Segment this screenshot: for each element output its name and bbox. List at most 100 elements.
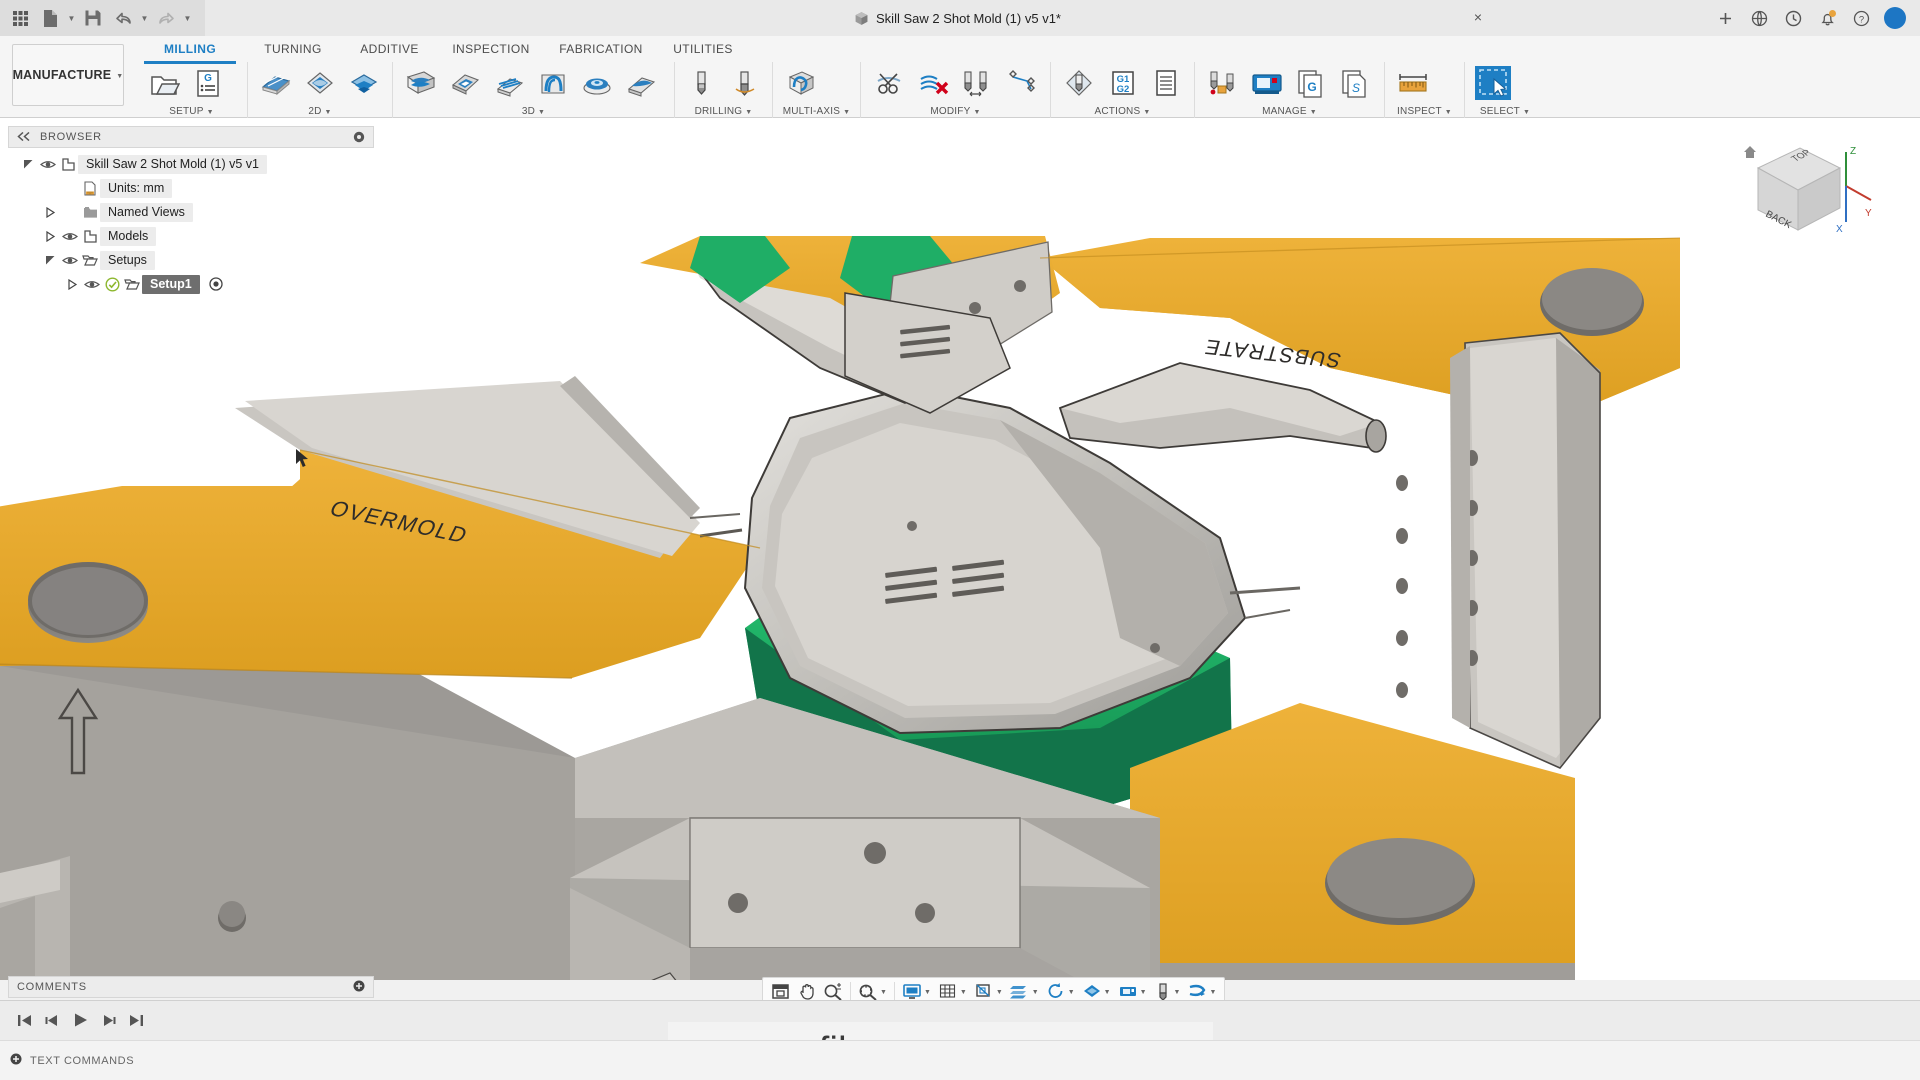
multi-axis-contour-icon[interactable] <box>780 62 822 104</box>
setup-sheet-icon[interactable] <box>1145 62 1187 104</box>
expander-expanded-icon[interactable] <box>40 255 60 266</box>
adaptive-clearing-3d-icon[interactable] <box>400 62 442 104</box>
new-document-icon[interactable] <box>36 4 64 32</box>
panel-label-text: SETUP <box>169 106 203 117</box>
panel-label-inspect[interactable]: INSPECT▼ <box>1385 104 1464 118</box>
svg-text:G2: G2 <box>1116 84 1129 95</box>
nc-program-library-icon[interactable]: G <box>1290 62 1332 104</box>
tree-item-label: Models <box>100 227 156 246</box>
panel-dot-icon[interactable] <box>353 131 365 143</box>
tree-item-named-views[interactable]: Named Views <box>8 200 376 224</box>
collapse-left-icon[interactable] <box>17 130 30 144</box>
generate-toolpath-icon[interactable] <box>1058 62 1100 104</box>
ramp-3d-icon[interactable] <box>620 62 662 104</box>
panel-label-2d[interactable]: 2D▼ <box>248 104 392 118</box>
chevron-down-icon: ▼ <box>1445 109 1452 116</box>
select-window-icon[interactable] <box>1472 62 1514 104</box>
apps-icon[interactable] <box>1744 3 1774 33</box>
timeline-controls[interactable] <box>5 1003 155 1037</box>
panel-label-drilling[interactable]: DRILLING▼ <box>675 104 772 118</box>
document-tab[interactable]: Skill Saw 2 Shot Mold (1) v5 v1* <box>840 0 1075 36</box>
browser-tree[interactable]: Skill Saw 2 Shot Mold (1) v5 v1Units: mm… <box>8 152 376 296</box>
ribbon-tab-additive[interactable]: ADDITIVE <box>342 36 437 62</box>
tree-item-setups[interactable]: Setups <box>8 248 376 272</box>
adaptive-clearing-2d-icon[interactable] <box>299 62 341 104</box>
redo-icon[interactable] <box>152 4 180 32</box>
help-icon[interactable]: ? <box>1846 3 1876 33</box>
ribbon-tab-inspection[interactable]: INSPECTION <box>437 36 545 62</box>
bell-icon[interactable] <box>1812 3 1842 33</box>
simulate-cut-icon[interactable] <box>868 62 910 104</box>
ribbon-tab-utilities[interactable]: UTILITIES <box>657 36 749 62</box>
expander-collapsed-icon[interactable] <box>62 279 82 290</box>
ribbon-panel-inspect: INSPECT▼ <box>1385 62 1465 118</box>
timeline-go-end[interactable] <box>125 1008 147 1032</box>
new-document-caret-icon[interactable]: ▼ <box>66 4 77 32</box>
contour-3d-icon[interactable] <box>532 62 574 104</box>
tool-library-icon[interactable] <box>956 62 998 104</box>
ribbon-tab-turning[interactable]: TURNING <box>244 36 342 62</box>
visibility-eye-icon[interactable] <box>82 279 102 290</box>
tree-item-label: Named Views <box>100 203 193 222</box>
panel-label-actions[interactable]: ACTIONS▼ <box>1051 104 1194 118</box>
ribbon-tab-fabrication[interactable]: FABRICATION <box>545 36 657 62</box>
avatar[interactable] <box>1880 3 1910 33</box>
bore-icon[interactable] <box>725 62 766 104</box>
manage-tools-icon[interactable] <box>1202 62 1244 104</box>
tree-item-skill-saw-2-shot-mold-1-v5-v1[interactable]: Skill Saw 2 Shot Mold (1) v5 v1 <box>8 152 376 176</box>
face-2d-icon[interactable] <box>255 62 297 104</box>
panel-label-manage[interactable]: MANAGE▼ <box>1195 104 1384 118</box>
delete-toolpath-icon[interactable] <box>912 62 954 104</box>
timeline-play[interactable] <box>69 1008 91 1032</box>
tree-item-setup1[interactable]: Setup1 <box>8 272 376 296</box>
pocket-2d-icon[interactable] <box>343 62 385 104</box>
optimize-icon[interactable] <box>1000 62 1042 104</box>
toolbar-separator <box>850 982 851 1000</box>
expander-expanded-icon[interactable] <box>18 159 38 170</box>
add-tab-button[interactable] <box>1710 3 1740 33</box>
tree-item-units-mm[interactable]: Units: mm <box>8 176 376 200</box>
recent-icon[interactable] <box>1778 3 1808 33</box>
target-icon[interactable] <box>206 277 226 291</box>
timeline-step-forward[interactable] <box>97 1008 119 1032</box>
view-cube[interactable]: Z Y X TOP BACK <box>1728 134 1878 264</box>
app-grid-icon[interactable] <box>6 4 34 32</box>
scallop-3d-icon[interactable] <box>576 62 618 104</box>
redo-caret-icon[interactable]: ▼ <box>182 4 193 32</box>
expand-icon[interactable] <box>10 1053 22 1068</box>
tree-item-models[interactable]: Models <box>8 224 376 248</box>
visibility-eye-icon[interactable] <box>60 231 80 242</box>
add-comment-icon[interactable] <box>353 980 365 995</box>
save-icon[interactable] <box>79 4 107 32</box>
visibility-eye-icon[interactable] <box>38 159 58 170</box>
visibility-eye-icon[interactable] <box>60 255 80 266</box>
ribbon-tab-milling[interactable]: MILLING <box>136 36 244 62</box>
pocket-clearing-3d-icon[interactable] <box>444 62 486 104</box>
expander-collapsed-icon[interactable] <box>40 207 60 218</box>
workspace-selector[interactable]: MANUFACTURE ▼ <box>12 44 124 106</box>
timeline-go-start[interactable] <box>13 1008 35 1032</box>
undo-caret-icon[interactable]: ▼ <box>139 4 150 32</box>
ribbon-panel-modify: MODIFY▼ <box>861 62 1051 118</box>
measure-icon[interactable] <box>1392 62 1434 104</box>
panel-label-modify[interactable]: MODIFY▼ <box>861 104 1050 118</box>
drill-icon[interactable] <box>682 62 723 104</box>
timeline-step-back[interactable] <box>41 1008 63 1032</box>
expander-collapsed-icon[interactable] <box>40 231 60 242</box>
post-library-icon[interactable]: S <box>1334 62 1376 104</box>
ribbon-panel-actions: G1G2ACTIONS▼ <box>1051 62 1195 118</box>
undo-icon[interactable] <box>109 4 137 32</box>
ribbon-panel-multi-axis: MULTI-AXIS▼ <box>773 62 861 118</box>
panel-command-row <box>248 62 392 104</box>
post-process-icon[interactable]: G1G2 <box>1102 62 1144 104</box>
panel-label-setup[interactable]: SETUP▼ <box>136 104 247 118</box>
panel-label-multi-axis[interactable]: MULTI-AXIS▼ <box>773 104 860 118</box>
generate-nc-program-icon[interactable]: G <box>187 62 229 104</box>
svg-text:G: G <box>1307 80 1316 94</box>
setup-icon[interactable] <box>143 62 185 104</box>
panel-label-3d[interactable]: 3D▼ <box>393 104 674 118</box>
panel-label-select[interactable]: SELECT▼ <box>1465 104 1545 118</box>
machine-library-icon[interactable] <box>1246 62 1288 104</box>
parallel-3d-icon[interactable] <box>488 62 530 104</box>
close-tab-button[interactable]: × <box>1474 11 1482 24</box>
